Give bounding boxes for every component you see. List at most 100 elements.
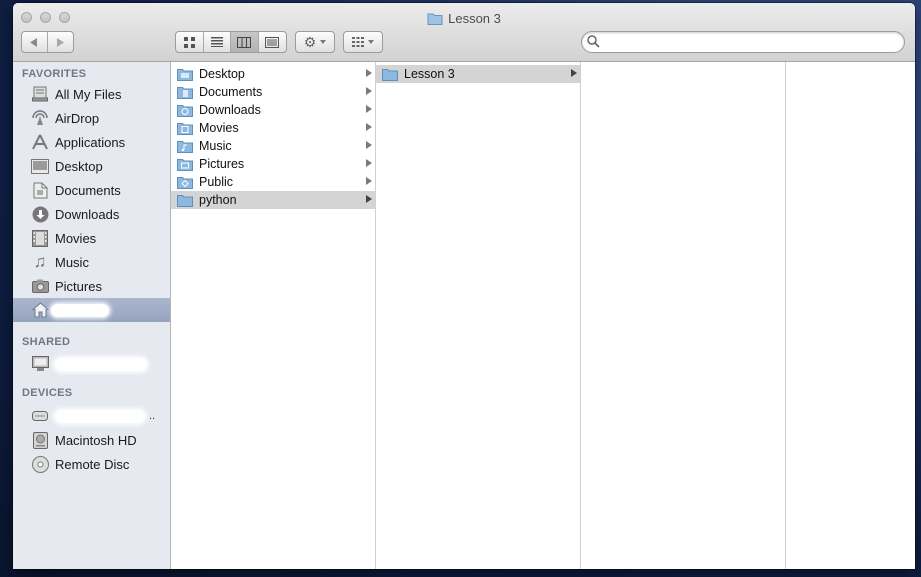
column-view-button[interactable] — [231, 32, 259, 52]
sidebar-item-airdrop[interactable]: AirDrop — [13, 106, 170, 130]
view-mode-control — [175, 31, 287, 53]
sidebar-item-macintosh-hd[interactable]: Macintosh HD — [13, 428, 170, 452]
column-view-icon — [237, 36, 252, 48]
folder-icon — [382, 68, 398, 81]
item-label: Desktop — [199, 67, 245, 81]
disc-icon — [31, 455, 49, 473]
search-icon — [587, 35, 600, 48]
sidebar-item-label: Remote Disc — [55, 456, 130, 472]
icon-view-button[interactable] — [176, 32, 204, 52]
sidebar-item-home[interactable] — [13, 298, 170, 322]
search-input[interactable] — [604, 34, 898, 52]
sidebar-item-shared-computer[interactable] — [13, 352, 170, 376]
computer-icon — [31, 355, 49, 373]
shared-header: SHARED — [22, 336, 71, 348]
sidebar-item-applications[interactable]: Applications — [13, 130, 170, 154]
item-label: Lesson 3 — [404, 67, 455, 81]
arrange-menu-button[interactable] — [343, 31, 383, 53]
sidebar-item-documents[interactable]: Documents — [13, 178, 170, 202]
disclosure-arrow-icon — [366, 123, 372, 131]
downloads-icon — [31, 205, 49, 223]
chevron-down-icon — [368, 40, 374, 44]
movies-icon — [31, 229, 49, 247]
browser-column-4 — [786, 62, 915, 569]
browser-column-2: Lesson 3 — [376, 62, 581, 569]
sidebar-item-all-my-files[interactable]: All My Files — [13, 82, 170, 106]
sidebar-item-label: Downloads — [55, 206, 120, 222]
documents-folder-icon — [177, 86, 193, 99]
list-item-documents[interactable]: Documents — [171, 83, 375, 101]
list-item-downloads[interactable]: Downloads — [171, 101, 375, 119]
back-button[interactable] — [22, 32, 48, 52]
item-label: Pictures — [199, 157, 245, 171]
list-item-lesson-3[interactable]: Lesson 3 — [376, 65, 580, 83]
pictures-icon — [31, 277, 49, 295]
action-menu-button[interactable]: ⚙ — [295, 31, 335, 53]
list-item-music[interactable]: Music — [171, 137, 375, 155]
search-field[interactable] — [581, 31, 905, 53]
all-files-icon — [31, 85, 49, 103]
home-icon — [31, 301, 49, 319]
ellipsis-text: .. — [149, 410, 156, 422]
sidebar-item-label: Macintosh HD — [55, 432, 137, 448]
list-item-movies[interactable]: Movies — [171, 119, 375, 137]
sidebar-item-pictures[interactable]: Pictures — [13, 274, 170, 298]
desktop-icon — [31, 157, 49, 175]
list-view-icon — [210, 37, 223, 47]
forward-button[interactable] — [48, 32, 73, 52]
sidebar-item-device-redacted[interactable]: .. — [13, 404, 170, 428]
title-bar: Lesson 3 ⚙ — [13, 3, 915, 62]
item-label: Downloads — [199, 103, 261, 117]
sidebar-item-remote-disc[interactable]: Remote Disc — [13, 452, 170, 476]
sidebar-item-label: Applications — [55, 134, 126, 150]
icon-view-icon — [183, 36, 195, 48]
sidebar-item-music[interactable]: ♫ Music — [13, 250, 170, 274]
sidebar-item-label: All My Files — [55, 86, 122, 102]
documents-icon — [31, 181, 49, 199]
disclosure-arrow-icon — [571, 69, 577, 77]
list-item-pictures[interactable]: Pictures — [171, 155, 375, 173]
list-view-button[interactable] — [204, 32, 231, 52]
hard-drive-icon — [31, 431, 49, 449]
chevron-down-icon — [320, 40, 327, 44]
item-label: Documents — [199, 85, 263, 99]
airdrop-icon — [31, 109, 49, 127]
disclosure-arrow-icon — [366, 69, 372, 77]
redacted-username — [51, 303, 109, 317]
sidebar-item-desktop[interactable]: Desktop — [13, 154, 170, 178]
browser-column-3 — [581, 62, 786, 569]
desktop-folder-icon — [177, 68, 193, 81]
redacted-device-name — [55, 409, 145, 423]
disclosure-arrow-icon — [366, 105, 372, 113]
disclosure-arrow-icon — [366, 159, 372, 167]
downloads-folder-icon — [177, 104, 193, 117]
sidebar-item-downloads[interactable]: Downloads — [13, 202, 170, 226]
redacted-shared-name — [55, 357, 147, 371]
list-item-desktop[interactable]: Desktop — [171, 65, 375, 83]
cover-flow-button[interactable] — [259, 32, 286, 52]
applications-icon — [31, 133, 49, 151]
list-item-python[interactable]: python — [171, 191, 375, 209]
disclosure-arrow-icon — [366, 87, 372, 95]
public-folder-icon — [177, 176, 193, 189]
browser-column-1: Desktop Documents Downloads Movies Music… — [171, 62, 376, 569]
item-label: python — [199, 193, 237, 207]
music-folder-icon — [177, 140, 193, 153]
pictures-folder-icon — [177, 158, 193, 171]
music-icon: ♫ — [33, 252, 47, 271]
arrange-icon — [352, 37, 364, 47]
item-label: Public — [199, 175, 234, 189]
item-label: Movies — [199, 121, 239, 135]
favorites-header: FAVORITES — [22, 68, 87, 80]
item-label: Music — [199, 139, 232, 153]
sidebar-item-label: Movies — [55, 230, 97, 246]
gear-icon: ⚙ — [303, 34, 317, 50]
list-item-public[interactable]: Public — [171, 173, 375, 191]
sidebar-item-label: Documents — [55, 182, 121, 198]
devices-header: DEVICES — [22, 387, 73, 399]
folder-icon — [427, 12, 443, 28]
disclosure-arrow-icon — [366, 195, 372, 203]
window-title-text: Lesson 3 — [448, 11, 501, 26]
sidebar-item-label: AirDrop — [55, 110, 100, 126]
sidebar-item-movies[interactable]: Movies — [13, 226, 170, 250]
